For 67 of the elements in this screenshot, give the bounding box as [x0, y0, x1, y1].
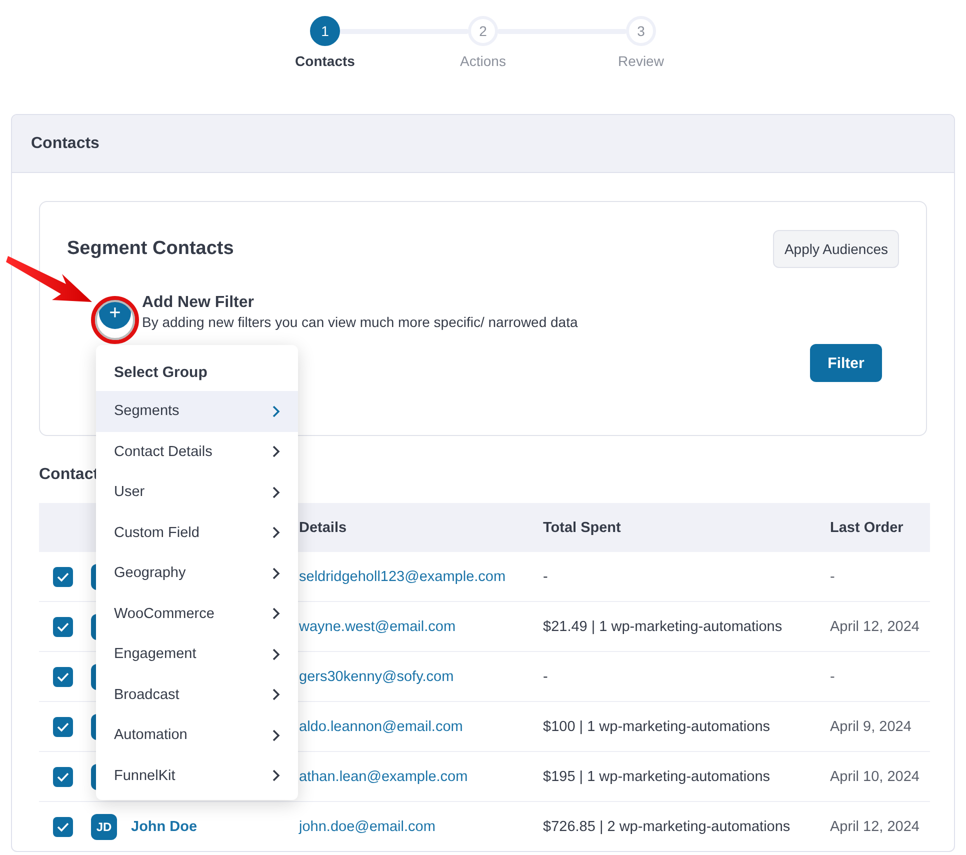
section-title: Segment Contacts [67, 238, 234, 260]
menu-item[interactable]: FunnelKit [96, 756, 298, 796]
avatar: JD [91, 814, 117, 840]
menu-item[interactable]: Broadcast [96, 674, 298, 715]
total-spent-text: $726.85 | 2 wp-marketing-automations [543, 818, 790, 834]
step-label: Review [618, 53, 664, 69]
total-spent-text: - [543, 568, 548, 584]
email-link[interactable]: aldo.leannon@email.com [299, 718, 463, 734]
menu-item[interactable]: Automation [96, 715, 298, 756]
chevron-right-icon [272, 486, 280, 499]
checkmark-icon [57, 622, 69, 632]
email-link[interactable]: seldridgeholl123@example.com [299, 568, 506, 584]
chevron-right-icon [272, 769, 280, 782]
email-link[interactable]: john.doe@email.com [299, 818, 436, 834]
last-order-text: April 9, 2024 [830, 718, 912, 734]
chevron-right-icon [272, 445, 280, 458]
menu-title: Select Group [113, 363, 208, 383]
last-order-column-header: Last Order [830, 520, 904, 536]
total-spent-text: $21.49 | 1 wp-marketing-automations [543, 618, 782, 634]
chevron-right-icon [272, 607, 280, 620]
email-link[interactable]: wayne.west@email.com [299, 618, 456, 634]
email-link[interactable]: athan.lean@example.com [299, 768, 468, 784]
step-label: Actions [460, 53, 506, 69]
chevron-right-icon [272, 688, 280, 702]
filter-button[interactable]: Filter [810, 344, 882, 382]
total-spent-column-header: Total Spent [543, 520, 621, 536]
last-order-text: April 12, 2024 [830, 618, 920, 634]
chevron-right-icon [272, 526, 280, 540]
email-link[interactable]: gers30kenny@sofy.com [299, 668, 454, 684]
contact-name-link[interactable]: John Doe [131, 818, 198, 834]
checkmark-icon [57, 772, 69, 782]
last-order-text: April 12, 2024 [830, 818, 920, 834]
row-checkbox[interactable] [53, 566, 73, 586]
menu-item[interactable]: Segments [96, 391, 298, 432]
add-filter-title: Add New Filter [142, 294, 256, 312]
last-order-text: - [830, 668, 835, 684]
total-spent-text: $100 | 1 wp-marketing-automations [543, 718, 770, 734]
menu-item[interactable]: Engagement [96, 634, 298, 674]
menu-item[interactable]: WooCommerce [96, 594, 298, 634]
last-order-text: - [830, 568, 835, 584]
row-checkbox[interactable] [53, 716, 73, 736]
checkmark-icon [57, 722, 69, 732]
checkmark-icon [57, 822, 69, 832]
chevron-right-icon [272, 648, 280, 661]
row-checkbox[interactable] [53, 766, 73, 786]
chevron-right-icon [272, 566, 280, 580]
step-circle[interactable]: 3 [626, 16, 656, 46]
total-spent-text: - [543, 668, 548, 684]
chevron-right-icon [272, 728, 280, 742]
row-checkbox[interactable] [53, 616, 73, 636]
menu-item[interactable]: Custom Field [96, 512, 298, 553]
menu-item[interactable]: Geography [96, 553, 298, 594]
chevron-right-icon [272, 404, 280, 418]
step-circle[interactable]: 1 [310, 16, 340, 46]
step-label: Contacts [295, 53, 355, 69]
checkmark-icon [57, 572, 69, 582]
apply-audiences-button[interactable]: Apply Audiences [773, 230, 899, 268]
row-checkbox[interactable] [53, 816, 73, 836]
details-column-header: Details [299, 520, 347, 536]
step-circle[interactable]: 2 [468, 16, 498, 46]
card-title: Contacts [12, 115, 954, 173]
checkmark-icon [57, 672, 69, 682]
last-order-text: April 10, 2024 [830, 768, 920, 784]
add-filter-description: By adding new filters you can view much more specific/ narrowed data [142, 314, 578, 330]
total-spent-text: $195 | 1 wp-marketing-automations [543, 768, 770, 784]
highlight-ring [90, 295, 140, 345]
row-checkbox[interactable] [53, 666, 73, 686]
